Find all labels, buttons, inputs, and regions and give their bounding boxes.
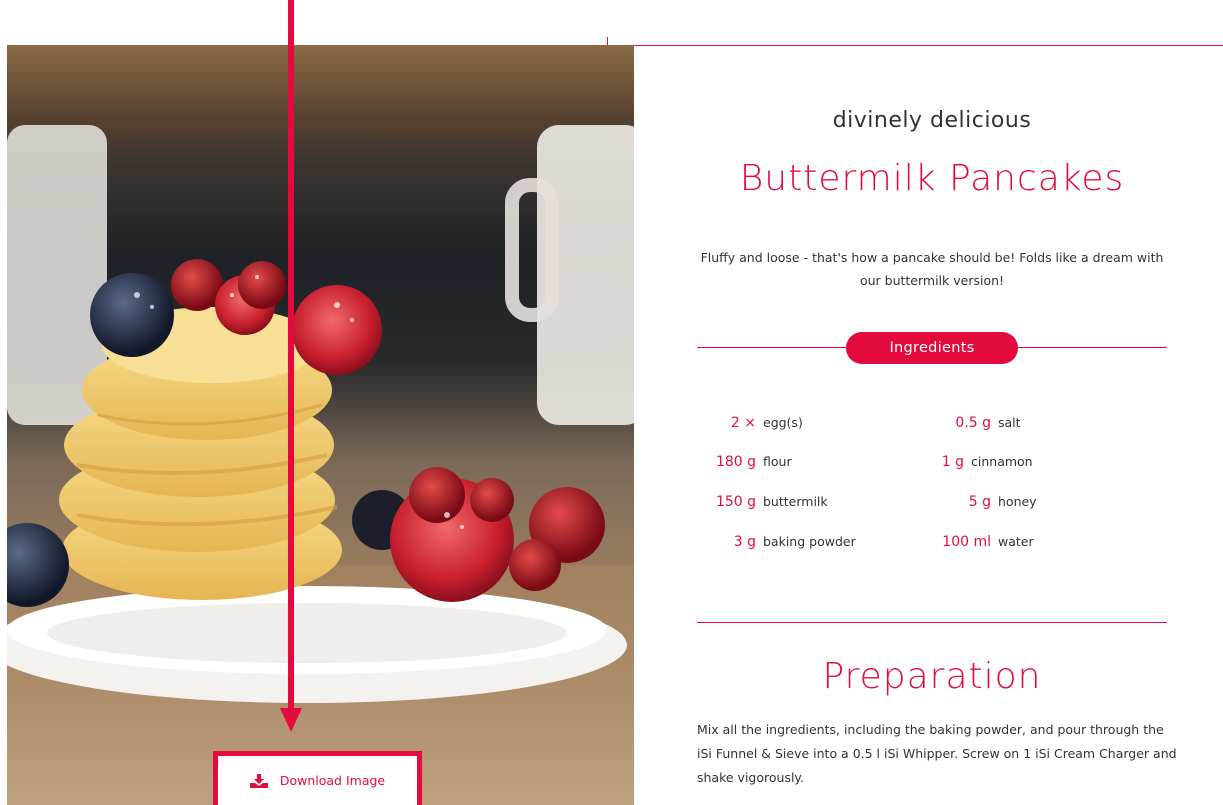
recipe-intro: Fluffy and loose - that's how a pancake …	[700, 250, 1164, 288]
ingredient-amount: 180 g	[715, 454, 756, 470]
ingredient-item: 3 g baking powder	[697, 534, 856, 550]
ingredient-name: cinnamon	[971, 454, 1033, 469]
annotation-arrow-head	[280, 708, 302, 732]
ingredient-name: baking powder	[763, 534, 856, 549]
ingredient-amount: 150 g	[715, 494, 756, 510]
download-image-label: Download Image	[279, 773, 386, 788]
recipe-photo	[7, 45, 634, 805]
ingredient-name: salt	[998, 415, 1021, 430]
section-divider	[697, 622, 1167, 623]
header-divider	[634, 45, 1223, 46]
annotation-arrow-shaft	[288, 0, 294, 710]
preparation-text: Mix all the ingredients, including the b…	[697, 722, 1177, 785]
ingredient-item: 100 ml water	[900, 534, 1034, 550]
ingredients-rule-right	[1017, 347, 1167, 348]
ingredient-name: flour	[763, 454, 792, 469]
ingredient-amount: 5 g	[968, 494, 991, 510]
recipe-title: Buttermilk Pancakes	[739, 158, 1125, 199]
ingredient-name: egg(s)	[763, 415, 803, 430]
recipe-tagline: divinely delicious	[832, 108, 1032, 133]
ingredient-item: 5 g honey	[900, 494, 1037, 510]
ingredient-name: water	[998, 534, 1034, 549]
ingredient-amount: 2 ×	[730, 415, 756, 431]
preparation-heading: Preparation	[822, 656, 1042, 697]
ingredient-item: 150 g buttermilk	[697, 494, 828, 510]
ingredient-amount: 0.5 g	[955, 415, 991, 431]
ingredient-item: 180 g flour	[697, 454, 792, 470]
pancake-stack-illustration	[7, 125, 634, 805]
ingredient-amount: 3 g	[733, 534, 756, 550]
ingredients-rule-left	[697, 347, 847, 348]
ingredient-item: 2 × egg(s)	[697, 415, 803, 431]
ingredient-name: honey	[998, 494, 1037, 509]
ingredient-amount: 100 ml	[942, 534, 991, 550]
download-icon	[249, 773, 268, 788]
ingredient-name: buttermilk	[763, 494, 828, 509]
ingredient-item: 1 g cinnamon	[900, 454, 1033, 470]
download-image-button[interactable]: Download Image	[213, 751, 422, 805]
ingredient-item: 0.5 g salt	[900, 415, 1021, 431]
ingredient-amount: 1 g	[941, 454, 964, 470]
ingredients-heading: Ingredients	[846, 332, 1018, 364]
